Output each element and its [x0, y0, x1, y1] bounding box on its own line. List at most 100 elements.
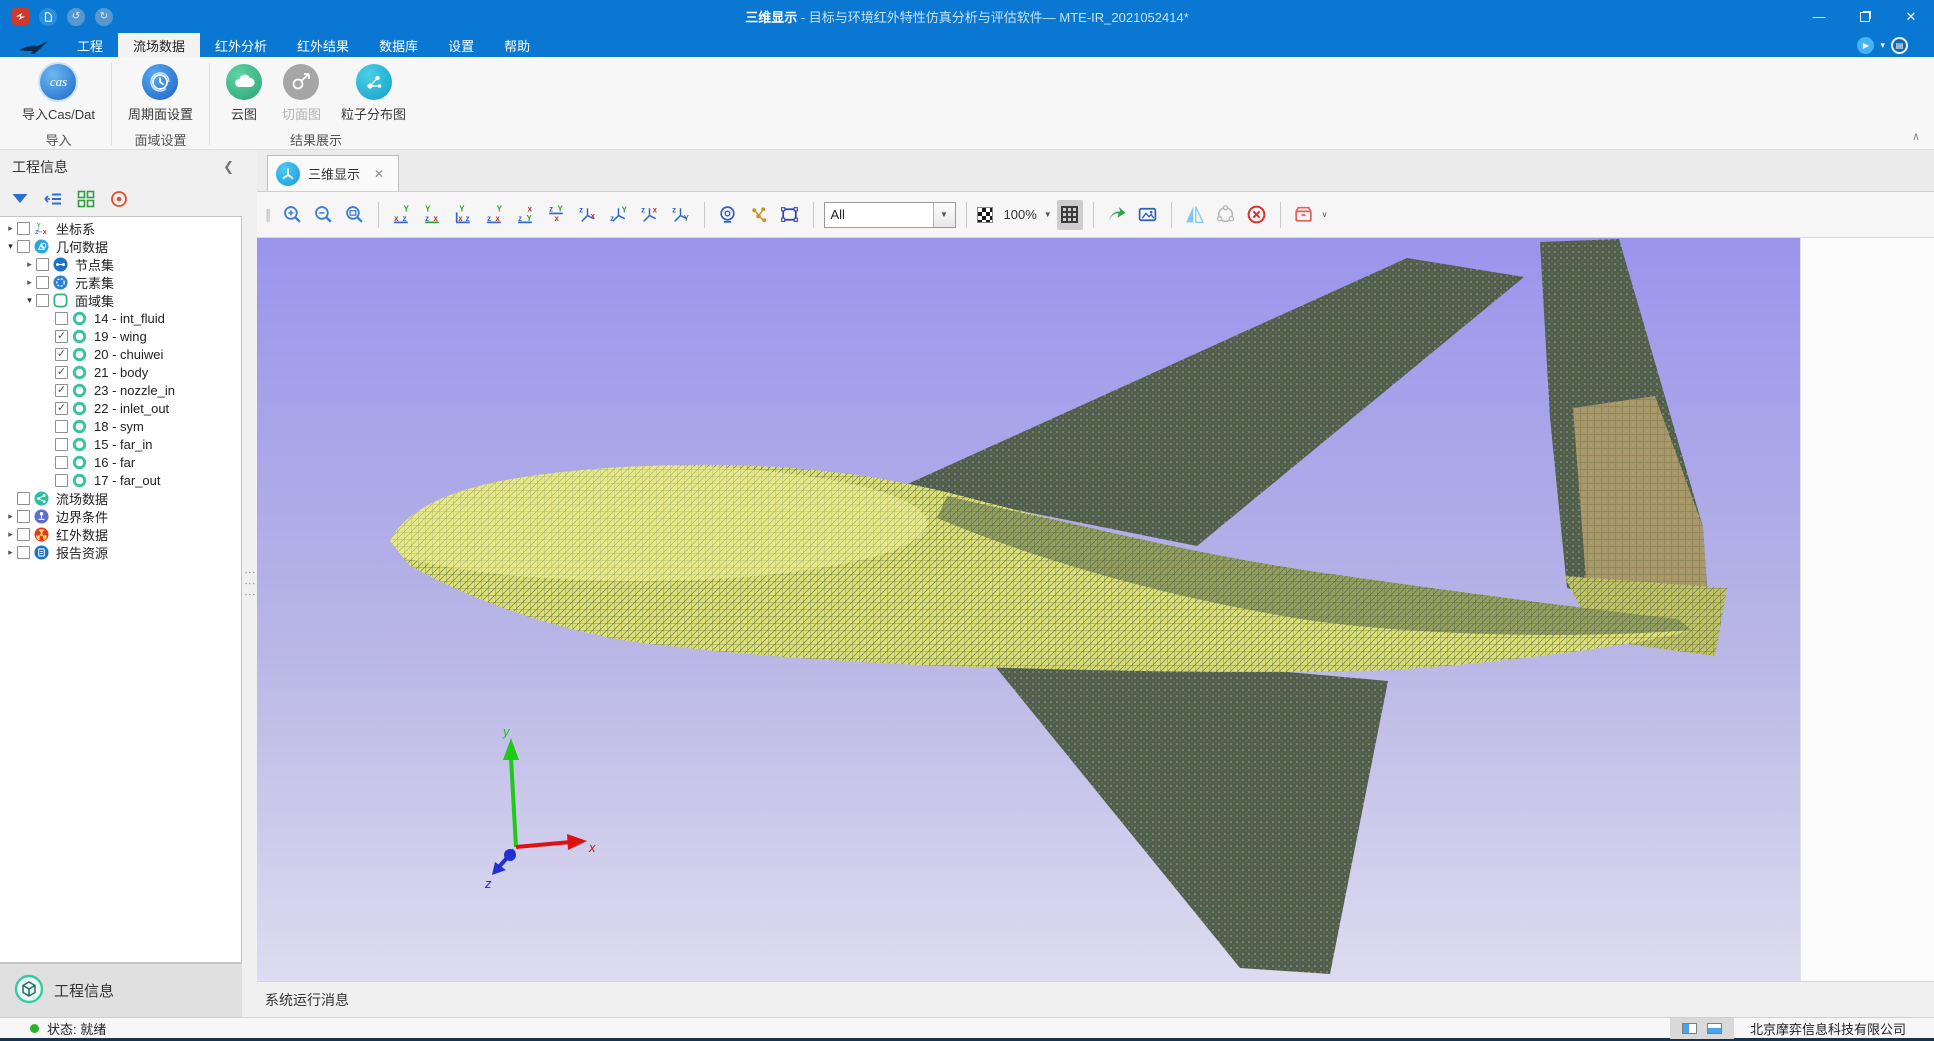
3d-viewport[interactable]: y x z [257, 238, 1800, 981]
tree-item-20-chuiwei[interactable]: ✓20 - chuiwei [0, 345, 241, 363]
tree-item-17-far_out[interactable]: 17 - far_out [0, 471, 241, 489]
tree-checkbox[interactable] [55, 420, 68, 433]
tree-checkbox[interactable]: ✓ [55, 348, 68, 361]
tree-checkbox[interactable] [36, 294, 49, 307]
panel-splitter[interactable]: ⋮⋮⋮ [242, 150, 257, 1017]
probe-view-icon[interactable] [715, 200, 741, 230]
grid-toggle-icon[interactable] [1057, 200, 1083, 230]
tree-item-flow-field-data[interactable]: 流场数据 [0, 489, 241, 507]
circle-nodes-icon[interactable] [1213, 200, 1239, 230]
tree-checkbox[interactable] [17, 510, 30, 523]
menu-item-help[interactable]: 帮助 [489, 33, 545, 57]
undo-icon[interactable]: ↺ [67, 8, 85, 26]
menu-item-database[interactable]: 数据库 [364, 33, 433, 57]
tree-item-19-wing[interactable]: ✓19 - wing [0, 327, 241, 345]
delete-icon[interactable] [1244, 200, 1270, 230]
tree-item-report-resources[interactable]: ▸报告资源 [0, 543, 241, 561]
zoom-out-icon[interactable] [311, 200, 337, 230]
redo-icon[interactable]: ↻ [95, 8, 113, 26]
tree-checkbox[interactable]: ✓ [55, 384, 68, 397]
tree-item-boundary-conditions[interactable]: ▸边界条件 [0, 507, 241, 525]
display-filter-combobox[interactable]: All ▼ [824, 202, 956, 228]
opacity-checker-icon[interactable] [977, 207, 993, 223]
tree-item-16-far[interactable]: 16 - far [0, 453, 241, 471]
manual-book-icon[interactable]: ▤ [1891, 37, 1908, 54]
collapse-list-icon[interactable] [43, 189, 63, 212]
molecule-icon[interactable] [746, 200, 772, 230]
view-left-icon[interactable]: Yxz [451, 200, 477, 230]
tree-item-node-set[interactable]: ▸节点集 [0, 255, 241, 273]
package-box-icon[interactable] [1291, 200, 1317, 230]
tree-checkbox[interactable] [17, 240, 30, 253]
snapshot-icon[interactable] [1135, 200, 1161, 230]
menu-item-flow-data[interactable]: 流场数据 [118, 33, 200, 57]
tree-checkbox[interactable] [17, 222, 30, 235]
menu-item-ir-results[interactable]: 红外结果 [282, 33, 364, 57]
export-arrow-icon[interactable] [1104, 200, 1130, 230]
import-cas-dat-button[interactable]: cas导入Cas/Dat [14, 61, 103, 129]
target-icon[interactable] [109, 189, 129, 212]
minimize-button[interactable]: — [1796, 0, 1842, 33]
tree-checkbox[interactable] [55, 438, 68, 451]
tree-checkbox[interactable] [55, 456, 68, 469]
ribbon-collapse-icon[interactable]: ∧ [1912, 130, 1920, 143]
zoom-fit-icon[interactable] [342, 200, 368, 230]
view-iso-1-icon[interactable]: zx [575, 200, 601, 230]
menu-item-settings[interactable]: 设置 [433, 33, 489, 57]
tree-checkbox[interactable] [17, 546, 30, 559]
tree-item-infrared-data[interactable]: ▸红外数据 [0, 525, 241, 543]
panel-footer-tab[interactable]: 工程信息 [0, 963, 242, 1017]
help-media-icon[interactable]: ▶ [1857, 37, 1874, 54]
layout-bottom-panel-icon[interactable] [1707, 1023, 1722, 1034]
combo-dropdown-icon[interactable]: ▼ [933, 203, 955, 227]
tab-3d-view[interactable]: 三维显示 ✕ [267, 155, 399, 191]
tree-item-face-set[interactable]: ▾面域集 [0, 291, 241, 309]
expander-icon[interactable]: ▾ [4, 241, 17, 252]
menu-right-caret-icon[interactable]: ▾ [1880, 40, 1885, 51]
tree-checkbox[interactable]: ✓ [55, 366, 68, 379]
tree-checkbox[interactable] [17, 492, 30, 505]
menu-item-engineering[interactable]: 工程 [62, 33, 118, 57]
tree-item-coordinate-system[interactable]: ▸YZX坐标系 [0, 219, 241, 237]
tree-item-geometry-data[interactable]: ▾几何数据 [0, 237, 241, 255]
grid-view-icon[interactable] [76, 189, 96, 212]
expander-icon[interactable]: ▸ [4, 223, 17, 234]
maximize-button[interactable] [1842, 0, 1888, 33]
expander-icon[interactable]: ▸ [4, 547, 17, 558]
expander-icon[interactable]: ▸ [23, 277, 36, 288]
tree-item-element-set[interactable]: ▸元素集 [0, 273, 241, 291]
tab-close-icon[interactable]: ✕ [374, 167, 384, 181]
tree-checkbox[interactable] [17, 528, 30, 541]
layout-left-panel-icon[interactable] [1682, 1023, 1697, 1034]
mirror-icon[interactable] [1182, 200, 1208, 230]
tree-checkbox[interactable] [36, 258, 49, 271]
tree-item-15-far_in[interactable]: 15 - far_in [0, 435, 241, 453]
tree-checkbox[interactable]: ✓ [55, 402, 68, 415]
tree-item-21-body[interactable]: ✓21 - body [0, 363, 241, 381]
new-document-icon[interactable] [39, 8, 57, 26]
panel-collapse-icon[interactable]: ❮ [223, 159, 234, 175]
periodic-face-setting-button[interactable]: 周期面设置 [120, 61, 201, 129]
expander-icon[interactable]: ▸ [23, 259, 36, 270]
toolbar-grip[interactable]: ∥ [265, 207, 273, 223]
expander-icon[interactable]: ▾ [23, 295, 36, 306]
selection-box-icon[interactable] [777, 200, 803, 230]
contour-map-button[interactable]: 云图 [218, 61, 270, 129]
zoom-level-caret-icon[interactable]: ▼ [1044, 210, 1052, 219]
app-icon[interactable] [12, 8, 29, 25]
view-right-icon[interactable]: Yzx [482, 200, 508, 230]
close-button[interactable]: ✕ [1888, 0, 1934, 33]
zoom-level-value[interactable]: 100% [1004, 207, 1037, 222]
view-bottom-icon[interactable]: zYx [544, 200, 570, 230]
tree-checkbox[interactable] [55, 474, 68, 487]
zoom-in-icon[interactable] [280, 200, 306, 230]
expander-icon[interactable]: ▸ [4, 529, 17, 540]
view-iso-4-icon[interactable]: zY [668, 200, 694, 230]
tree-item-22-inlet_out[interactable]: ✓22 - inlet_out [0, 399, 241, 417]
tree-item-23-nozzle_in[interactable]: ✓23 - nozzle_in [0, 381, 241, 399]
view-front-icon[interactable]: Yxz [389, 200, 415, 230]
expander-icon[interactable]: ▸ [4, 511, 17, 522]
tree-checkbox[interactable]: ✓ [55, 330, 68, 343]
filter-icon[interactable] [10, 189, 30, 212]
view-iso-2-icon[interactable]: Yz [606, 200, 632, 230]
